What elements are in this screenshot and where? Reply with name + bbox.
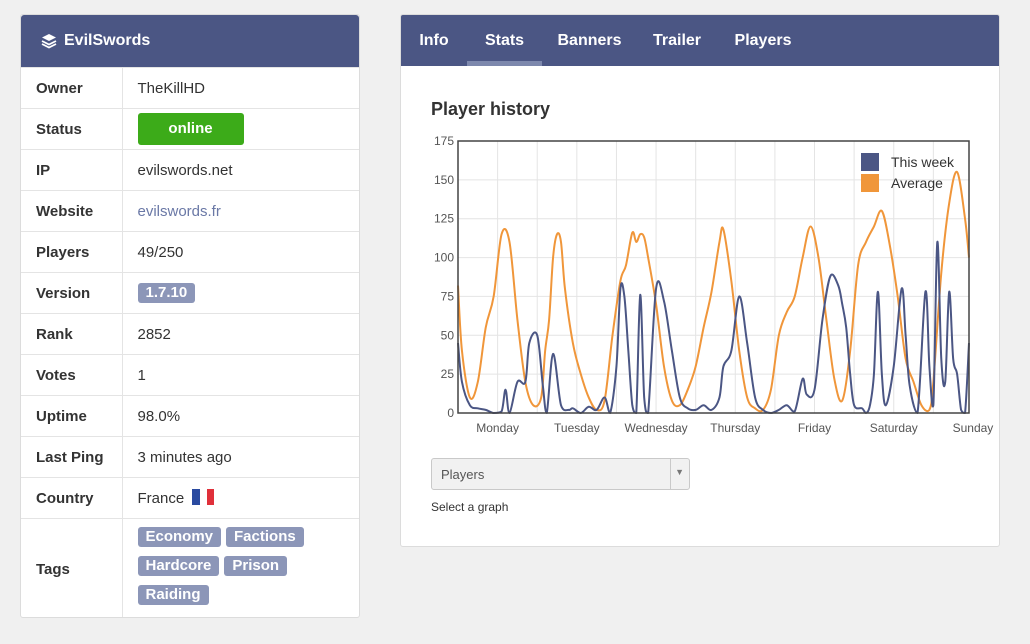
player-history-chart: 0 25 50 75 100 125 150 175 Monday Tuesday Wednesda… (434, 134, 994, 435)
select-hint: Select a graph (431, 500, 509, 514)
server-info-table: Owner TheKillHD Status online IP evilswords.n… (21, 67, 359, 617)
info-row-website: Website evilswords.fr (21, 190, 359, 232)
series-line-this-week (457, 241, 970, 414)
info-key: Website (21, 190, 123, 232)
tag-badge[interactable]: Factions (226, 527, 304, 547)
x-tick-label: Thursday (710, 421, 760, 435)
info-value-text: evilswords.net (137, 161, 233, 179)
layers-icon (41, 34, 57, 49)
info-key: Uptime (21, 395, 123, 437)
website-link[interactable]: evilswords.fr (138, 203, 221, 220)
info-key: Owner (21, 67, 123, 109)
y-tick-label: 100 (434, 251, 454, 265)
info-value: Economy Factions Hardcore Prison Raiding (122, 518, 359, 617)
graph-select[interactable]: Players ▼ (431, 458, 690, 490)
info-value: 98.0% (122, 395, 359, 437)
x-tick-label: Monday (476, 421, 519, 435)
info-value: 1 (122, 354, 359, 396)
info-value: France (122, 477, 359, 519)
info-row-version: Version 1.7.10 (21, 272, 359, 314)
info-row-country: Country France (21, 477, 359, 519)
info-key: Players (21, 231, 123, 273)
info-key: Country (21, 477, 123, 519)
x-tick-label: Sunday (953, 421, 994, 435)
info-row-tags: Tags Economy Factions Hardcore Prison Raiding (21, 518, 359, 617)
info-value: 49/250 (122, 231, 359, 273)
france-flag-icon (192, 489, 215, 505)
info-row-players: Players 49/250 (21, 231, 359, 273)
info-row-votes: Votes 1 (21, 354, 359, 396)
legend-swatch (861, 153, 879, 171)
x-tick-label: Wednesday (624, 421, 687, 435)
info-value-text: 3 minutes ago (137, 448, 232, 466)
graph-select-value: Players (441, 467, 485, 482)
x-tick-label: Friday (798, 421, 831, 435)
info-key: IP (21, 149, 123, 191)
server-info-panel: EvilSwords Owner TheKillHD Status online IP e… (20, 14, 360, 618)
info-value-text: France (137, 490, 185, 507)
info-value-text: 2852 (137, 325, 171, 343)
y-tick-label: 0 (447, 406, 454, 420)
info-row-rank: Rank 2852 (21, 313, 359, 355)
info-value-text: TheKillHD (137, 79, 206, 97)
select-divider (670, 459, 671, 489)
server-name: EvilSwords (64, 32, 151, 49)
info-key: Rank (21, 313, 123, 355)
info-value: 1.7.10 (122, 272, 359, 314)
y-tick-label: 125 (434, 212, 454, 226)
info-row-status: Status online (21, 108, 359, 150)
info-value-text: 49/250 (137, 243, 184, 261)
legend-swatch (861, 174, 879, 192)
info-value: 3 minutes ago (122, 436, 359, 478)
info-key: Last Ping (21, 436, 123, 478)
x-tick-label: Tuesday (554, 421, 600, 435)
status-badge: online (137, 113, 244, 145)
y-tick-label: 50 (441, 328, 455, 342)
info-value: evilswords.net (122, 149, 359, 191)
y-tick-label: 175 (434, 134, 454, 148)
info-row-last-ping: Last Ping 3 minutes ago (21, 436, 359, 478)
stats-panel: Info Stats Banners Trailer Players Player hi… (400, 14, 1000, 547)
x-tick-label: Saturday (870, 421, 918, 435)
tag-badge[interactable]: Prison (224, 556, 288, 576)
legend-label: This week (891, 154, 955, 170)
version-badge: 1.7.10 (137, 283, 196, 303)
info-value: evilswords.fr (122, 190, 359, 232)
info-value: TheKillHD (122, 67, 359, 109)
info-value-text: 1 (137, 366, 146, 384)
info-value: 2852 (122, 313, 359, 355)
tab-bar: Info Stats Banners Trailer Players (401, 15, 999, 66)
tag-badge[interactable]: Raiding (137, 585, 209, 605)
info-key: Version (21, 272, 123, 314)
info-key: Votes (21, 354, 123, 396)
tab-info[interactable]: Info (401, 15, 467, 66)
info-value: online (122, 108, 359, 150)
y-tick-label: 150 (434, 173, 454, 187)
server-header: EvilSwords (21, 15, 359, 67)
info-key: Tags (21, 518, 123, 617)
y-tick-label: 75 (441, 289, 455, 303)
tab-players[interactable]: Players (717, 15, 809, 66)
tag-list: Economy Factions Hardcore Prison Raiding (137, 519, 338, 617)
info-row-uptime: Uptime 98.0% (21, 395, 359, 437)
y-tick-label: 25 (441, 367, 455, 381)
info-row-owner: Owner TheKillHD (21, 67, 359, 109)
tab-stats[interactable]: Stats (467, 15, 542, 66)
legend-label: Average (891, 175, 943, 191)
info-value-text: 98.0% (137, 407, 181, 425)
chevron-down-icon: ▼ (675, 467, 684, 477)
tab-trailer[interactable]: Trailer (637, 15, 717, 66)
info-row-ip: IP evilswords.net (21, 149, 359, 191)
panel-title: Player history (431, 99, 551, 119)
tag-badge[interactable]: Hardcore (137, 556, 220, 576)
tag-badge[interactable]: Economy (137, 527, 222, 547)
info-key: Status (21, 108, 123, 150)
tab-banners[interactable]: Banners (542, 15, 637, 66)
